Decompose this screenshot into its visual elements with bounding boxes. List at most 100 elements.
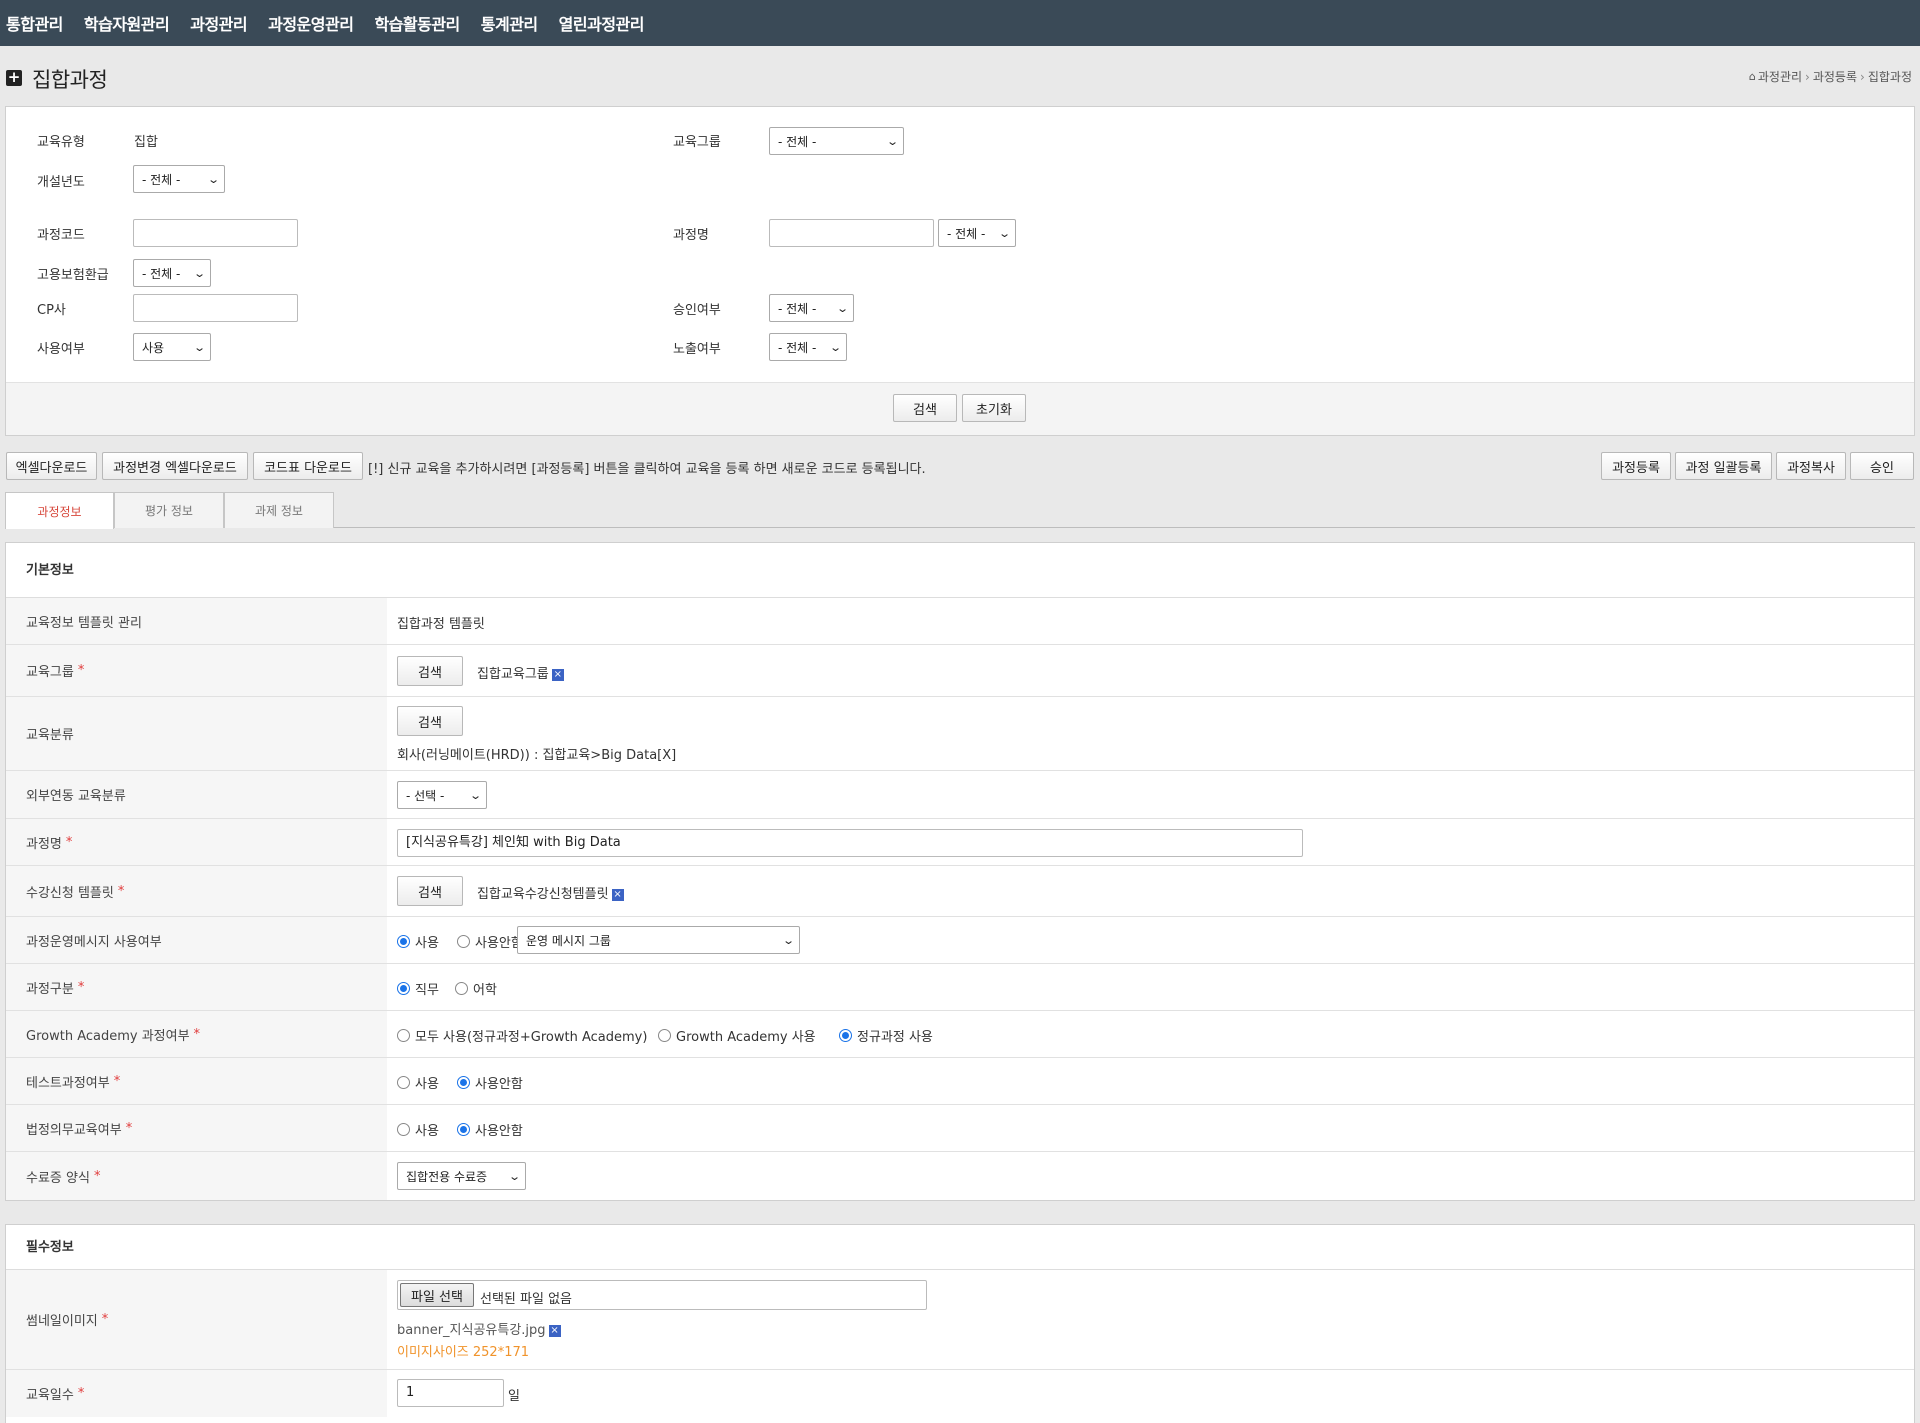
tab-assignment-info[interactable]: 과제 정보 [224, 492, 334, 528]
course-name-input[interactable]: [지식공유특강] 체인知 with Big Data [397, 829, 1303, 857]
exposure-select[interactable]: - 전체 - ⌄ [769, 333, 847, 361]
test-nouse-radio[interactable]: 사용안함 [457, 1073, 523, 1092]
year-select[interactable]: - 전체 - ⌄ [133, 165, 225, 193]
chevron-down-icon: ⌄ [997, 226, 1011, 240]
breadcrumb-item[interactable]: 과정등록 [1813, 68, 1857, 85]
group-label-text: 교육그룹 [26, 665, 74, 680]
legal-use-radio[interactable]: 사용 [397, 1120, 439, 1139]
radio-unchecked-icon [658, 1029, 671, 1042]
form-row-ext-category: 외부연동 교육분류 - 선택 - ⌄ [6, 771, 1914, 819]
nav-learning-resources[interactable]: 학습자원관리 [84, 11, 170, 35]
required-info-heading: 필수정보 [6, 1225, 1914, 1270]
code-download-button[interactable]: 코드표 다운로드 [253, 452, 363, 480]
nav-course-management[interactable]: 과정관리 [190, 11, 247, 35]
approve-button[interactable]: 승인 [1850, 452, 1914, 480]
bulk-register-button[interactable]: 과정 일괄등록 [1675, 452, 1772, 480]
op-message-nouse-radio[interactable]: 사용안함 [457, 932, 523, 951]
edu-group-select-value: - 전체 - [778, 134, 817, 149]
course-type-job-radio[interactable]: 직무 [397, 979, 439, 998]
insurance-select[interactable]: - 전체 - ⌄ [133, 259, 211, 287]
basic-info-section: 기본정보 교육정보 템플릿 관리 집합과정 템플릿 교육그룹 * 검색 집합교육그… [5, 542, 1915, 1201]
ext-category-value-cell: - 선택 - ⌄ [387, 771, 1914, 818]
radio-label: 직무 [415, 983, 439, 998]
radio-unchecked-icon [457, 935, 470, 948]
excel-download-button[interactable]: 엑셀다운로드 [6, 452, 97, 480]
radio-label: 사용 [415, 936, 439, 951]
name-input[interactable] [769, 219, 934, 247]
tab-course-info[interactable]: 과정정보 [5, 492, 114, 529]
use-select-value: 사용 [142, 340, 165, 355]
edu-type-value: 집합 [134, 135, 158, 150]
ext-category-select[interactable]: - 선택 - ⌄ [397, 781, 487, 809]
form-row-category: 교육분류 검색 회사(러닝메이트(HRD)) : 집합교육>Big Data[X… [6, 697, 1914, 771]
legal-label: 법정의무교육여부 * [6, 1105, 387, 1151]
test-label-text: 테스트과정여부 [26, 1075, 110, 1091]
group-search-button[interactable]: 검색 [397, 656, 463, 686]
chevron-down-icon: ⌄ [206, 172, 220, 186]
op-message-label: 과정운영메시지 사용여부 [6, 917, 387, 963]
radio-checked-icon [457, 1076, 470, 1089]
radio-label: 사용안함 [475, 936, 523, 951]
cp-input[interactable] [133, 294, 298, 322]
growth-ga-radio[interactable]: Growth Academy 사용 [658, 1026, 816, 1045]
chevron-down-icon: ⌄ [192, 340, 206, 354]
legal-nouse-radio[interactable]: 사용안함 [457, 1120, 523, 1139]
nav-open-course[interactable]: 열린과정관리 [559, 11, 645, 35]
category-search-button[interactable]: 검색 [397, 706, 463, 736]
course-type-label: 과정구분 * [6, 964, 387, 1010]
use-select[interactable]: 사용 ⌄ [133, 333, 211, 361]
code-input[interactable] [133, 219, 298, 247]
op-message-group-select[interactable]: 운영 메시지 그룹 ⌄ [517, 926, 800, 954]
remove-icon[interactable]: × [551, 668, 564, 681]
search-footer: 검색 초기화 [6, 382, 1914, 435]
course-type-lang-radio[interactable]: 어학 [455, 979, 497, 998]
cert-select[interactable]: 집합전용 수료증 ⌄ [397, 1162, 526, 1190]
approval-select[interactable]: - 전체 - ⌄ [769, 294, 854, 322]
form-row-cert: 수료증 양식 * 집합전용 수료증 ⌄ [6, 1152, 1914, 1200]
op-message-label-text: 과정운영메시지 사용여부 [26, 934, 162, 950]
edu-group-select[interactable]: - 전체 - ⌄ [769, 127, 904, 155]
file-status: 선택된 파일 없음 [480, 1292, 572, 1307]
file-input[interactable]: 파일 선택 선택된 파일 없음 [397, 1280, 927, 1310]
required-mark: * [193, 1026, 201, 1042]
reset-button[interactable]: 초기화 [962, 394, 1026, 422]
breadcrumb-item[interactable]: 과정관리 [1758, 68, 1802, 85]
edu-type-label: 교육유형 [37, 135, 85, 150]
copy-course-button[interactable]: 과정복사 [1776, 452, 1846, 480]
test-use-radio[interactable]: 사용 [397, 1073, 439, 1092]
growth-all-radio[interactable]: 모두 사용(정규과정+Growth Academy) [397, 1026, 647, 1045]
search-button[interactable]: 검색 [893, 394, 957, 422]
form-row-test: 테스트과정여부 * 사용 사용안함 [6, 1058, 1914, 1105]
home-icon[interactable]: ⌂ [1749, 70, 1756, 83]
course-type-value-cell: 직무 어학 [387, 964, 1914, 1010]
apply-template-value-text: 집합교육수강신청템플릿 [477, 887, 609, 902]
radio-unchecked-icon [455, 982, 468, 995]
form-row-course-type: 과정구분 * 직무 어학 [6, 964, 1914, 1011]
remove-icon[interactable]: × [548, 1324, 561, 1337]
apply-template-value-cell: 검색 집합교육수강신청템플릿 × [387, 866, 1914, 916]
days-input[interactable]: 1 [397, 1379, 504, 1407]
nav-course-operation[interactable]: 과정운영관리 [268, 11, 354, 35]
radio-checked-icon [457, 1123, 470, 1136]
group-value: 집합교육그룹 × [477, 663, 564, 682]
remove-icon[interactable]: × [611, 888, 624, 901]
form-row-op-message: 과정운영메시지 사용여부 사용 사용안함 운영 메시지 그룹 ⌄ [6, 917, 1914, 964]
nav-integrated[interactable]: 통합관리 [6, 11, 63, 35]
nav-learning-activity[interactable]: 학습활동관리 [374, 11, 460, 35]
growth-regular-radio[interactable]: 정규과정 사용 [839, 1026, 933, 1045]
register-button[interactable]: 과정등록 [1601, 452, 1671, 480]
apply-template-label-text: 수강신청 템플릿 [26, 885, 114, 901]
change-excel-download-button[interactable]: 과정변경 엑셀다운로드 [102, 452, 248, 480]
op-message-use-radio[interactable]: 사용 [397, 932, 439, 951]
name-filter-select[interactable]: - 전체 - ⌄ [938, 219, 1016, 247]
cp-label: CP사 [37, 303, 66, 318]
name-label: 과정명 [673, 228, 709, 243]
course-type-label-text: 과정구분 [26, 981, 74, 997]
apply-template-search-button[interactable]: 검색 [397, 876, 463, 906]
file-select-button[interactable]: 파일 선택 [400, 1283, 474, 1307]
year-select-value: - 전체 - [142, 172, 181, 187]
nav-statistics[interactable]: 통계관리 [481, 11, 538, 35]
radio-checked-icon [397, 982, 410, 995]
tab-evaluation-info[interactable]: 평가 정보 [114, 492, 224, 528]
chevron-down-icon: ⌄ [507, 1169, 521, 1183]
